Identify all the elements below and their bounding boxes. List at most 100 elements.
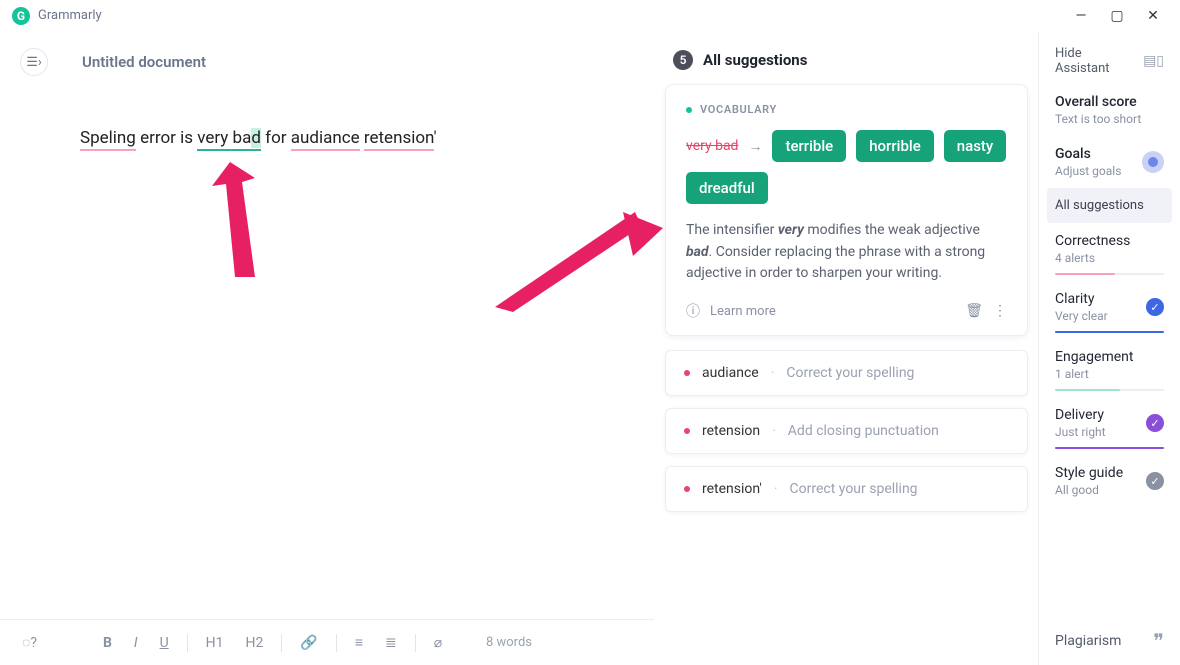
suggestion-count-badge: 5 [673,50,693,70]
original-phrase: very bad [686,138,738,154]
metric-clarity[interactable]: Clarity Very clear ✓ [1039,281,1180,339]
suggestion-card-expanded[interactable]: VOCABULARY very bad → terrible horrible … [665,84,1028,336]
plagiarism-label: Plagiarism [1055,633,1121,649]
arrow-icon: → [748,138,762,155]
word-count[interactable]: 8 words [486,635,532,650]
category-dot-icon [686,107,692,113]
quote-icon: ❞ [1153,629,1164,653]
misspelled-word[interactable]: Speling [80,128,136,151]
numbered-list-button[interactable]: ≡ [351,632,367,653]
help-icon[interactable]: ◌? [18,632,41,653]
metric-title: Engagement [1055,349,1133,365]
goal-indicator-icon [1142,151,1164,173]
h2-button[interactable]: H2 [242,633,268,653]
menu-button[interactable]: ☰› [20,48,48,76]
check-badge-icon: ✓ [1146,472,1164,490]
toolbar-divider [336,634,337,652]
trash-icon[interactable]: 🗑 [965,303,983,319]
editor-text: for [265,128,286,148]
link-button[interactable]: 🔗 [296,633,321,653]
metric-subtitle: Just right [1055,425,1106,439]
category-label: VOCABULARY [700,103,777,116]
metric-style-guide[interactable]: Style guide All good ✓ [1039,455,1180,503]
plagiarism-button[interactable]: Plagiarism ❞ [1039,617,1180,665]
toolbar-divider [415,634,416,652]
metric-bar-fill [1055,389,1120,391]
misspelled-word[interactable]: retension [364,128,434,151]
goals-block[interactable]: Goals Adjust goals [1039,136,1180,188]
window-controls: — ▢ ✕ [1072,8,1162,24]
suggestion-term: retension [702,423,760,439]
separator: · [772,423,776,439]
editor-text: very ba [197,128,251,148]
weak-phrase[interactable]: very bad [197,128,261,151]
bulleted-list-button[interactable]: ≣ [381,633,401,653]
misspelled-word[interactable]: audiance [291,128,360,151]
score-title: Overall score [1055,94,1164,110]
bold-button[interactable]: B [99,633,116,653]
metric-title: Delivery [1055,407,1106,423]
tab-all-suggestions[interactable]: All suggestions [1047,188,1172,223]
metric-correctness[interactable]: Correctness 4 alerts [1039,223,1180,281]
clear-format-button[interactable]: ⌀ [430,633,446,653]
replacement-option-button[interactable]: nasty [944,130,1007,162]
goals-title: Goals [1055,146,1134,162]
minimize-icon[interactable]: — [1072,8,1090,24]
more-icon[interactable]: ⋮ [993,303,1007,319]
metric-subtitle: 4 alerts [1055,251,1130,265]
cursor-highlight: d [251,128,261,148]
app-logo-icon: G [12,7,30,25]
replacement-option-button[interactable]: dreadful [686,172,768,204]
document-title[interactable]: Untitled document [82,53,206,71]
suggestion-term: audiance [702,365,759,381]
editor-toolbar: ◌? B I U H1 H2 🔗 ≡ ≣ ⌀ 8 words [0,619,654,665]
category-dot-icon [684,428,690,434]
toolbar-divider [187,634,188,652]
learn-more-link[interactable]: Learn more [710,304,776,319]
check-badge-icon: ✓ [1146,298,1164,316]
category-dot-icon [684,486,690,492]
assistant-sidebar: Hide Assistant ▤▯ Overall score Text is … [1038,32,1180,665]
editor-text: error is [140,128,193,148]
metric-title: Correctness [1055,233,1130,249]
toolbar-divider [281,634,282,652]
suggestions-title: All suggestions [703,51,807,69]
italic-button[interactable]: I [130,633,142,653]
replacement-row: very bad → terrible horrible nasty dread… [686,130,1007,204]
check-badge-icon: ✓ [1146,414,1164,432]
info-icon: ⓘ [686,301,700,321]
layout-toggle-icon[interactable]: ▤▯ [1143,53,1164,69]
metric-bar-fill [1055,331,1164,333]
editor-header: ☰› Untitled document [0,32,654,92]
separator: · [771,365,775,381]
suggestion-hint: Correct your spelling [786,365,914,381]
suggestion-card-collapsed[interactable]: retension · Add closing punctuation [665,408,1028,454]
suggestions-header: 5 All suggestions [665,42,1028,84]
metric-subtitle: All good [1055,483,1123,497]
replacement-option-button[interactable]: horrible [856,130,934,162]
maximize-icon[interactable]: ▢ [1108,8,1126,24]
suggestion-hint: Correct your spelling [790,481,918,497]
editor-body[interactable]: Speling error is very bad for audiance r… [0,92,654,619]
replacement-option-button[interactable]: terrible [772,130,846,162]
suggestion-term: retension' [702,481,762,497]
metric-title: Style guide [1055,465,1123,481]
metric-bar-fill [1055,273,1115,275]
overall-score-block[interactable]: Overall score Text is too short [1039,84,1180,136]
score-subtitle: Text is too short [1055,112,1164,126]
goals-subtitle: Adjust goals [1055,164,1134,178]
editor-column: ☰› Untitled document Speling error is ve… [0,32,654,665]
metric-engagement[interactable]: Engagement 1 alert [1039,339,1180,397]
suggestion-explanation: The intensifier very modifies the weak a… [686,220,1007,285]
metric-title: Clarity [1055,291,1108,307]
h1-button[interactable]: H1 [202,633,228,653]
title-bar: G Grammarly — ▢ ✕ [0,0,1180,32]
suggestion-card-collapsed[interactable]: audiance · Correct your spelling [665,350,1028,396]
suggestion-card-collapsed[interactable]: retension' · Correct your spelling [665,466,1028,512]
metric-subtitle: Very clear [1055,309,1108,323]
close-icon[interactable]: ✕ [1144,8,1162,24]
underline-button[interactable]: U [156,633,173,653]
category-dot-icon [684,370,690,376]
hide-assistant-button[interactable]: Hide Assistant [1055,46,1133,76]
metric-delivery[interactable]: Delivery Just right ✓ [1039,397,1180,455]
